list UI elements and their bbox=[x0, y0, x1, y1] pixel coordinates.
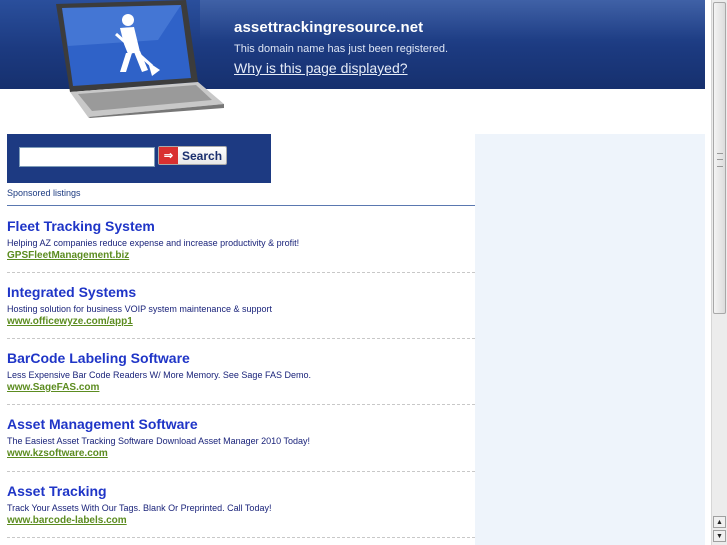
listing-title[interactable]: Integrated Systems bbox=[7, 284, 475, 300]
listing-description: Helping AZ companies reduce expense and … bbox=[7, 238, 300, 248]
listing-url[interactable]: www.barcode-labels.com bbox=[7, 515, 475, 526]
listing-title[interactable]: BarCode Labeling Software bbox=[7, 350, 475, 366]
listing-divider bbox=[7, 338, 475, 339]
arrow-right-icon: ⇒ bbox=[159, 147, 178, 164]
listing-url[interactable]: www.SageFAS.com bbox=[7, 382, 475, 393]
listing-item: Integrated Systems Hosting solution for … bbox=[7, 284, 475, 327]
listing-item: BarCode Labeling Software Less Expensive… bbox=[7, 350, 475, 393]
right-ad-panel bbox=[475, 134, 705, 545]
grip-icon bbox=[717, 153, 723, 167]
scroll-up-button[interactable]: ▲ bbox=[713, 516, 726, 528]
listing-description: Track Your Assets With Our Tags. Blank O… bbox=[7, 503, 272, 513]
listing-title[interactable]: Asset Management Software bbox=[7, 416, 475, 432]
listing-description: Hosting solution for business VOIP syste… bbox=[7, 304, 272, 314]
search-button-label: Search bbox=[182, 148, 223, 163]
listing-divider bbox=[7, 404, 475, 405]
search-button[interactable]: ⇒ Search bbox=[158, 146, 227, 165]
scroll-thumb[interactable] bbox=[713, 2, 726, 314]
search-panel: ⇒ Search bbox=[7, 134, 271, 183]
listing-url[interactable]: www.kzsoftware.com bbox=[7, 448, 475, 459]
domain-title: assettrackingresource.net bbox=[234, 19, 424, 36]
laptop-construction-worker-icon bbox=[56, 0, 224, 118]
listing-title[interactable]: Fleet Tracking System bbox=[7, 218, 475, 234]
listing-divider bbox=[7, 272, 475, 273]
sponsored-listings-label: Sponsored listings bbox=[7, 188, 81, 198]
listing-description: The Easiest Asset Tracking Software Down… bbox=[7, 436, 311, 446]
domain-subtitle: This domain name has just been registere… bbox=[234, 43, 449, 55]
triangle-up-icon: ▲ bbox=[716, 518, 723, 526]
listing-item: Asset Tracking Track Your Assets With Ou… bbox=[7, 483, 475, 526]
listing-item: Fleet Tracking System Helping AZ compani… bbox=[7, 218, 475, 261]
why-displayed-link[interactable]: Why is this page displayed? bbox=[234, 60, 408, 76]
listing-item: Asset Management Software The Easiest As… bbox=[7, 416, 475, 459]
scroll-down-button[interactable]: ▼ bbox=[713, 530, 726, 542]
listing-description: Less Expensive Bar Code Readers W/ More … bbox=[7, 370, 311, 380]
listing-divider bbox=[7, 537, 475, 538]
vertical-scrollbar[interactable]: ▲ ▼ bbox=[711, 0, 727, 545]
listing-url[interactable]: GPSFleetManagement.biz bbox=[7, 250, 475, 261]
triangle-down-icon: ▼ bbox=[716, 532, 723, 540]
search-input[interactable] bbox=[19, 147, 155, 167]
listing-divider bbox=[7, 471, 475, 472]
listing-url[interactable]: www.officewyze.com/app1 bbox=[7, 316, 475, 327]
sponsored-divider bbox=[7, 205, 475, 206]
listing-title[interactable]: Asset Tracking bbox=[7, 483, 475, 499]
